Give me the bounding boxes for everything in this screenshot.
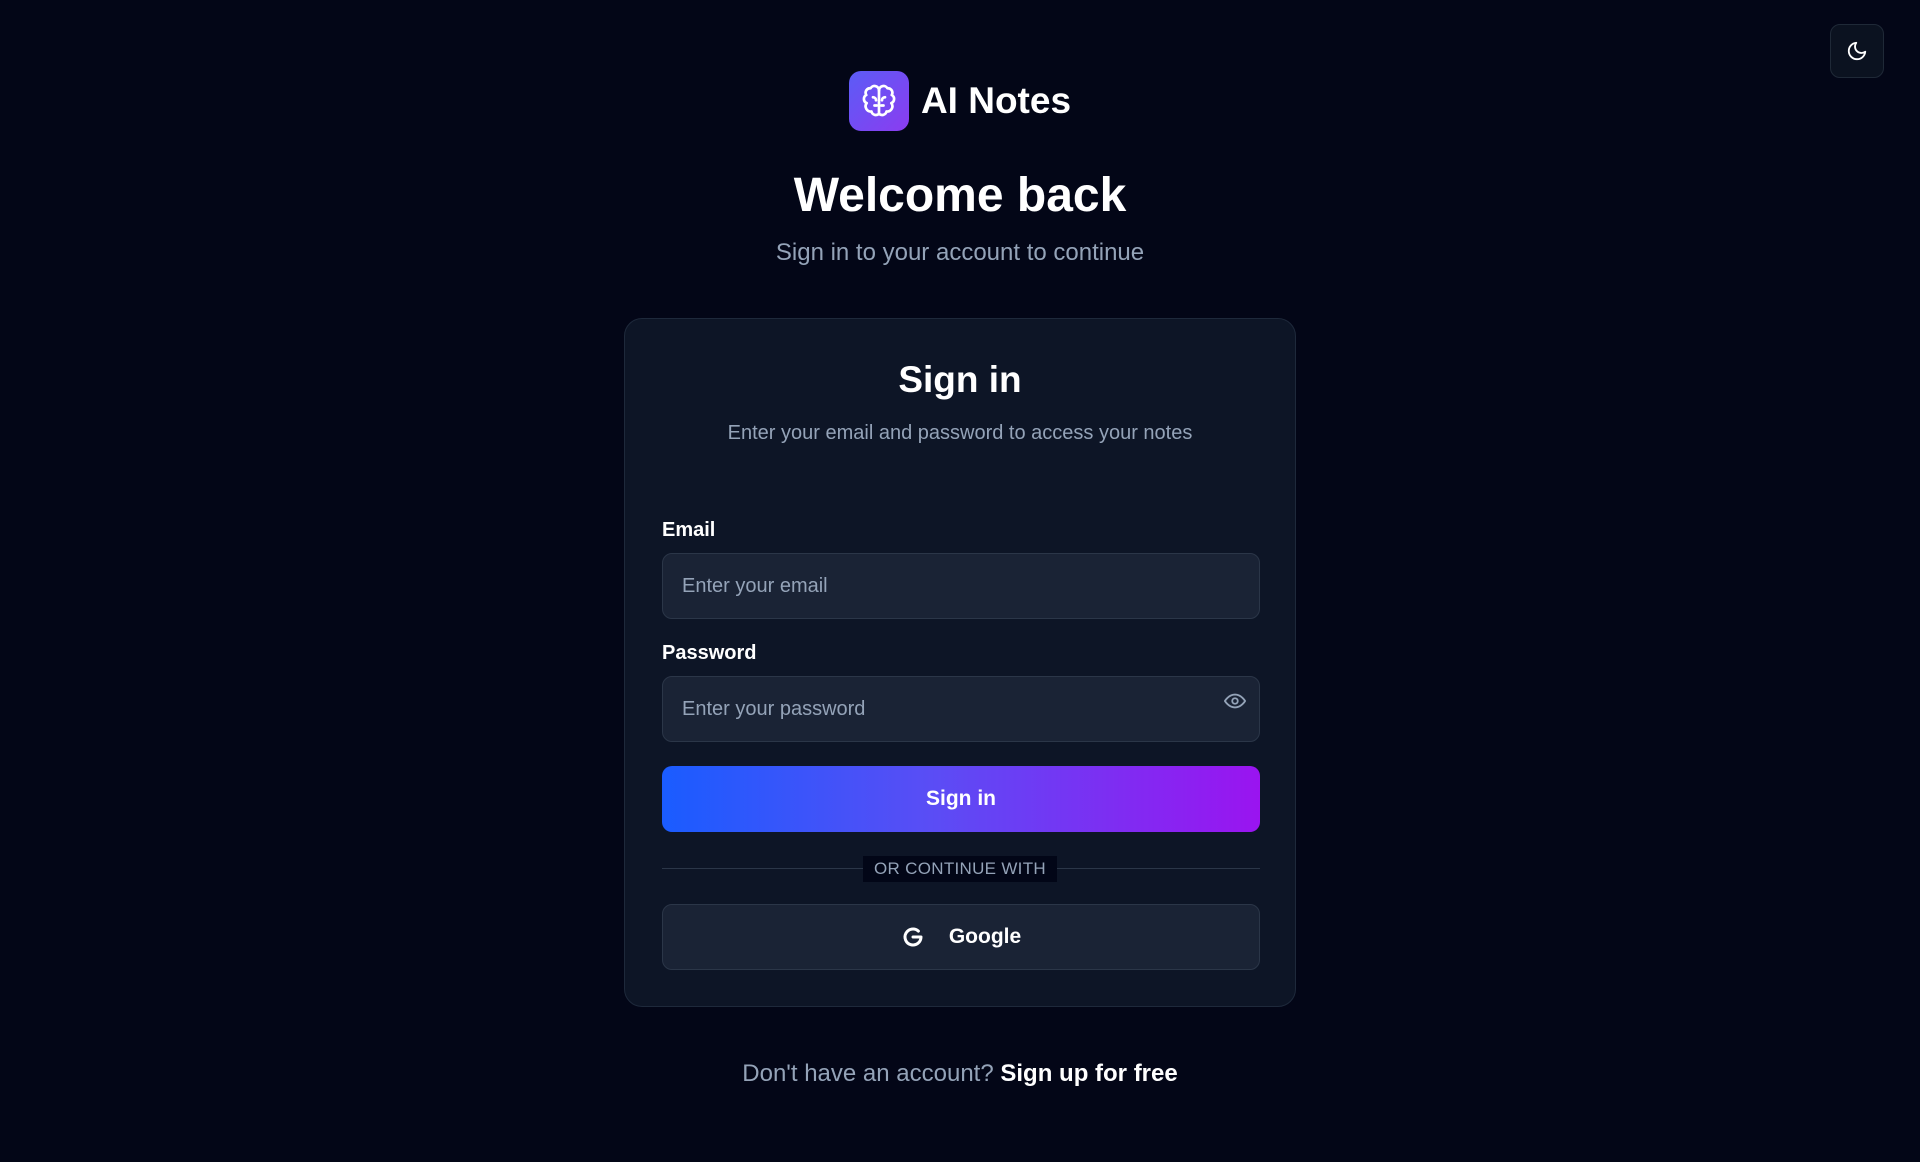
email-label: Email [662, 519, 716, 541]
google-icon [903, 927, 923, 947]
google-label: Google [948, 925, 1022, 948]
card-description: Enter your email and password to access … [727, 422, 1193, 444]
google-signin-button[interactable]: Google [662, 904, 1260, 970]
brain-icon [862, 84, 896, 117]
email-field[interactable] [662, 553, 1260, 619]
signup-prompt-text: Don't have an account? [742, 1060, 994, 1087]
page-subtitle: Sign in to your account to continue [775, 239, 1145, 266]
password-label: Password [662, 642, 757, 664]
brand-name: AI Notes [920, 80, 1072, 121]
brand-logo [848, 71, 909, 131]
signup-link[interactable]: Sign up for free [1000, 1060, 1177, 1087]
card-title: Sign in [898, 359, 1022, 400]
signup-prompt: Don't have an account? Sign up for free [0, 1060, 1920, 1088]
theme-toggle-button[interactable] [1830, 24, 1884, 78]
brand: AI Notes [0, 71, 1920, 131]
eye-icon [1224, 693, 1246, 709]
password-field[interactable] [662, 676, 1260, 742]
page-title: Welcome back [793, 169, 1127, 222]
moon-icon [1847, 41, 1867, 61]
signin-card: Sign in Enter your email and password to… [624, 318, 1296, 1007]
divider-label: OR CONTINUE WITH [863, 856, 1057, 882]
toggle-password-visibility-button[interactable] [1215, 681, 1255, 721]
signin-button[interactable]: Sign in [662, 766, 1260, 832]
